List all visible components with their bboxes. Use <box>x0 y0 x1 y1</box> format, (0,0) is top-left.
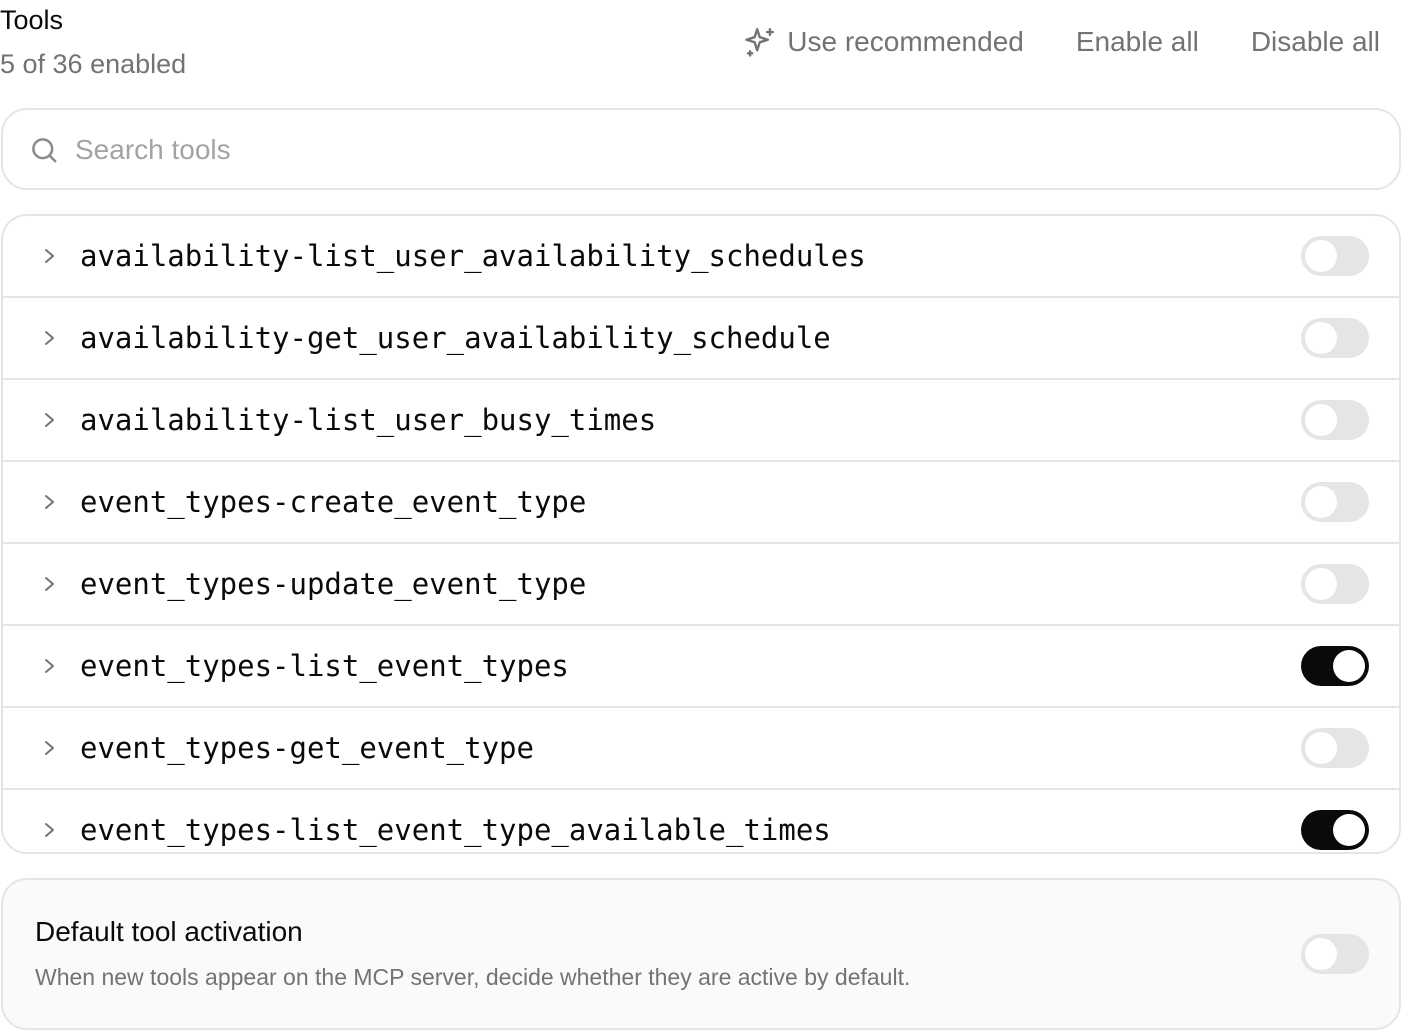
tool-toggle[interactable] <box>1301 564 1369 604</box>
tool-name: event_types-create_event_type <box>80 485 587 519</box>
chevron-right-icon[interactable] <box>39 571 61 597</box>
sparkles-icon <box>745 28 775 57</box>
chevron-right-icon[interactable] <box>39 243 61 269</box>
tool-toggle[interactable] <box>1301 482 1369 522</box>
tool-row[interactable]: availability-list_user_availability_sche… <box>3 216 1399 298</box>
tool-name: event_types-update_event_type <box>80 567 587 601</box>
chevron-right-icon[interactable] <box>39 489 61 515</box>
tool-name: event_types-list_event_type_available_ti… <box>80 813 831 847</box>
chevron-right-icon[interactable] <box>39 407 61 433</box>
toggle-knob <box>1305 322 1337 354</box>
tool-name: event_types-get_event_type <box>80 731 534 765</box>
tool-row[interactable]: availability-get_user_availability_sched… <box>3 298 1399 380</box>
search-input[interactable] <box>75 126 1375 174</box>
tool-row[interactable]: event_types-list_event_type_available_ti… <box>3 790 1399 852</box>
tool-name: availability-list_user_availability_sche… <box>80 239 866 273</box>
use-recommended-button[interactable]: Use recommended <box>743 25 1024 59</box>
chevron-right-icon[interactable] <box>39 325 61 351</box>
use-recommended-label: Use recommended <box>787 26 1024 57</box>
tool-toggle[interactable] <box>1301 728 1369 768</box>
toggle-knob <box>1333 814 1365 846</box>
disable-all-button[interactable]: Disable all <box>1251 26 1380 58</box>
default-activation-toggle[interactable] <box>1301 934 1369 974</box>
tool-toggle[interactable] <box>1301 318 1369 358</box>
tools-list: availability-list_user_availability_sche… <box>1 214 1401 854</box>
tool-toggle[interactable] <box>1301 400 1369 440</box>
header-actions: Use recommended Enable all Disable all <box>743 24 1380 60</box>
tool-row[interactable]: availability-list_user_busy_times <box>3 380 1399 462</box>
default-activation-description: When new tools appear on the MCP server,… <box>35 964 911 990</box>
tool-row[interactable]: event_types-update_event_type <box>3 544 1399 626</box>
tool-row[interactable]: event_types-list_event_types <box>3 626 1399 708</box>
tools-header: Tools 5 of 36 enabled Use recommended En… <box>0 0 1402 100</box>
tool-toggle[interactable] <box>1301 646 1369 686</box>
toggle-knob <box>1305 240 1337 272</box>
search-box <box>1 108 1401 190</box>
tool-toggle[interactable] <box>1301 236 1369 276</box>
tool-toggle[interactable] <box>1301 810 1369 850</box>
toggle-knob <box>1305 486 1337 518</box>
tool-name: availability-get_user_availability_sched… <box>80 321 831 355</box>
chevron-right-icon[interactable] <box>39 735 61 761</box>
disable-all-label: Disable all <box>1250 26 1380 57</box>
default-activation-card: Default tool activation When new tools a… <box>1 878 1401 1030</box>
tool-row[interactable]: event_types-create_event_type <box>3 462 1399 544</box>
default-activation-title: Default tool activation <box>35 916 303 947</box>
enable-all-button[interactable]: Enable all <box>1076 26 1199 58</box>
tool-name: event_types-list_event_types <box>80 649 569 683</box>
search-icon <box>32 138 57 163</box>
enabled-count: 5 of 36 enabled <box>0 49 187 79</box>
enable-all-label: Enable all <box>1075 26 1199 57</box>
tool-row[interactable]: event_types-get_event_type <box>3 708 1399 790</box>
tool-name: availability-list_user_busy_times <box>80 403 657 437</box>
toggle-knob <box>1305 732 1337 764</box>
chevron-right-icon[interactable] <box>39 653 61 679</box>
toggle-knob <box>1305 938 1337 970</box>
toggle-knob <box>1333 650 1365 682</box>
chevron-right-icon[interactable] <box>39 817 61 843</box>
page-title: Tools <box>0 5 64 35</box>
toggle-knob <box>1305 404 1337 436</box>
toggle-knob <box>1305 568 1337 600</box>
